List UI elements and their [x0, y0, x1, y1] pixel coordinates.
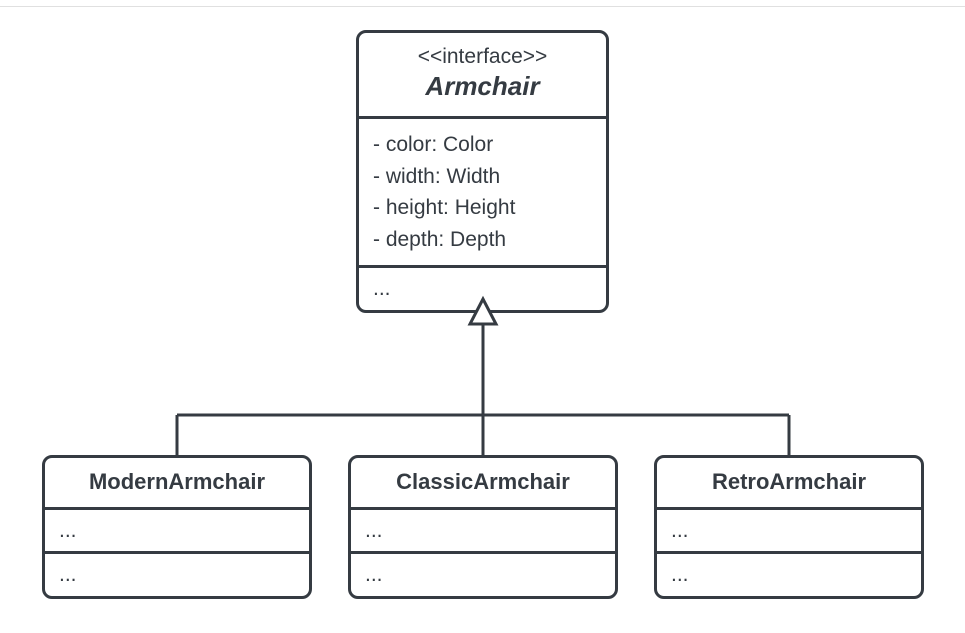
interface-armchair-box: <<interface>> Armchair - color: Color - …: [356, 30, 609, 313]
class-header: RetroArmchair: [657, 458, 921, 507]
class-header: ModernArmchair: [45, 458, 309, 507]
interface-attr: - width: Width: [373, 161, 592, 193]
class-attrs: ...: [45, 507, 309, 552]
class-methods: ...: [657, 551, 921, 596]
class-name: ModernArmchair: [59, 468, 295, 497]
class-attrs-placeholder: ...: [671, 519, 689, 542]
interface-attributes: - color: Color - width: Width - height: …: [359, 116, 606, 265]
class-header: ClassicArmchair: [351, 458, 615, 507]
class-attrs: ...: [657, 507, 921, 552]
class-methods-placeholder: ...: [671, 563, 689, 586]
class-attrs-placeholder: ...: [59, 519, 77, 542]
interface-name: Armchair: [373, 70, 592, 104]
class-retro-armchair-box: RetroArmchair ... ...: [654, 455, 924, 599]
interface-header: <<interface>> Armchair: [359, 33, 606, 116]
class-name: RetroArmchair: [671, 468, 907, 497]
class-name: ClassicArmchair: [365, 468, 601, 497]
class-attrs: ...: [351, 507, 615, 552]
interface-attr: - depth: Depth: [373, 224, 592, 256]
class-methods: ...: [351, 551, 615, 596]
class-attrs-placeholder: ...: [365, 519, 383, 542]
interface-methods: ...: [359, 265, 606, 310]
interface-attr: - height: Height: [373, 192, 592, 224]
interface-stereotype: <<interface>>: [373, 43, 592, 70]
class-methods-placeholder: ...: [59, 563, 77, 586]
class-modern-armchair-box: ModernArmchair ... ...: [42, 455, 312, 599]
interface-attr: - color: Color: [373, 129, 592, 161]
interface-methods-placeholder: ...: [373, 277, 391, 300]
class-classic-armchair-box: ClassicArmchair ... ...: [348, 455, 618, 599]
class-methods-placeholder: ...: [365, 563, 383, 586]
uml-diagram-canvas: <<interface>> Armchair - color: Color - …: [0, 0, 965, 633]
class-methods: ...: [45, 551, 309, 596]
